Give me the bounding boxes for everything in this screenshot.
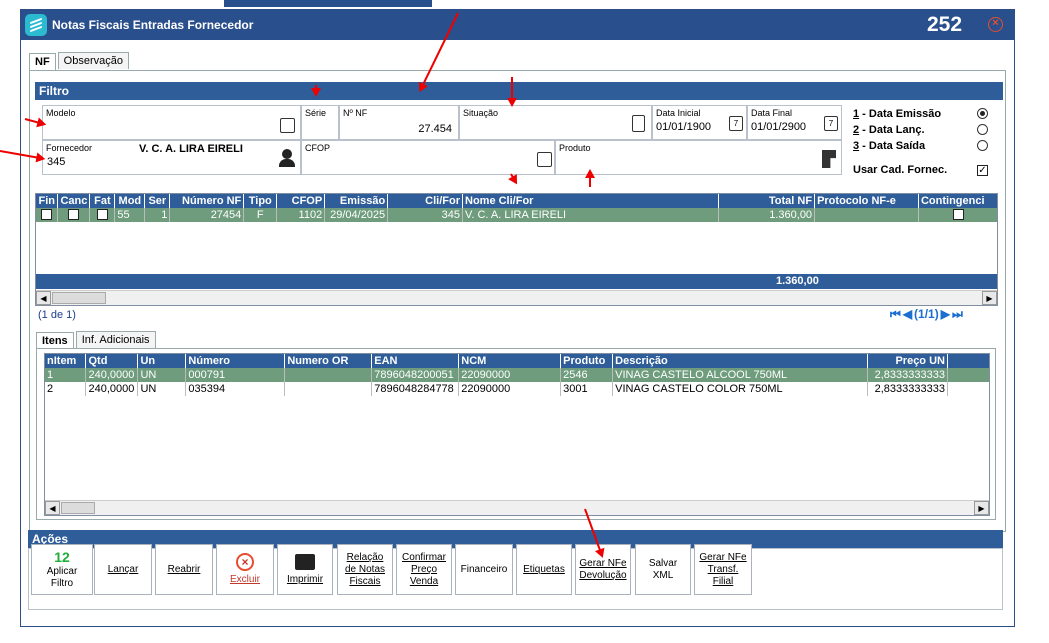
- f12-icon: 12: [54, 548, 70, 565]
- top-strip: [224, 0, 432, 7]
- user-icon[interactable]: [282, 149, 292, 159]
- fin-checkbox[interactable]: [41, 209, 53, 220]
- cancel-circle-icon: ×: [236, 553, 254, 571]
- nf-header-row: Fin Canc Fat Mod Ser Número NF Tipo CFOP…: [36, 194, 997, 208]
- title-bar: Notas Fiscais Entradas Fornecedor 252 ×: [21, 10, 1014, 40]
- table-row[interactable]: 1 240,0000 UN 000791 7896048200051 22090…: [45, 368, 989, 382]
- usar-cad-checkbox[interactable]: ✓: [977, 165, 988, 176]
- confirmar-preco-button[interactable]: Confirmar Preço Venda: [396, 544, 452, 595]
- first-page-icon[interactable]: ⏮: [890, 307, 901, 322]
- nnf-field[interactable]: Nº NF 27.454: [339, 105, 459, 140]
- search-list-icon[interactable]: [537, 152, 552, 167]
- page-info: (1 de 1): [38, 309, 76, 321]
- main-tabs: NF Observação: [29, 52, 131, 70]
- nf-hscrollbar[interactable]: ◀ ▶: [36, 290, 997, 305]
- scroll-left-icon[interactable]: ◀: [45, 501, 60, 515]
- window-title: Notas Fiscais Entradas Fornecedor: [52, 18, 254, 32]
- pager: ⏮ ◀ (1/1) ▶ ⏭: [890, 307, 963, 322]
- scroll-thumb[interactable]: [61, 502, 95, 514]
- data-inicial-field[interactable]: Data Inicial 01/01/1900 7: [652, 105, 747, 140]
- next-page-icon[interactable]: ▶: [941, 307, 950, 322]
- canc-checkbox[interactable]: [68, 209, 80, 220]
- annotation-arrow: [589, 171, 591, 187]
- tab-observacao[interactable]: Observação: [57, 52, 129, 69]
- items-hscrollbar[interactable]: ◀ ▶: [45, 500, 989, 515]
- radio-label-emissao[interactable]: 1 - Data Emissão: [853, 108, 941, 120]
- annotation-arrow: [315, 85, 317, 95]
- main-window: Notas Fiscais Entradas Fornecedor 252 × …: [20, 9, 1015, 627]
- table-row[interactable]: 55 1 27454 F 1102 29/04/2025 345 V. C. A…: [36, 208, 997, 222]
- items-table: nItem Qtd Un Número Numero OR EAN NCM Pr…: [45, 354, 989, 396]
- close-icon[interactable]: ×: [988, 17, 1003, 32]
- cfop-field[interactable]: CFOP: [301, 140, 555, 175]
- data-final-field[interactable]: Data Final 01/01/2900 7: [747, 105, 842, 140]
- tab-itens[interactable]: Itens: [36, 332, 74, 349]
- salvar-xml-button[interactable]: Salvar XML: [635, 544, 691, 595]
- radio-data-emissao[interactable]: [977, 108, 988, 119]
- clipboard-icon[interactable]: [632, 115, 645, 132]
- nf-table: Fin Canc Fat Mod Ser Número NF Tipo CFOP…: [36, 194, 997, 222]
- items-grid[interactable]: nItem Qtd Un Número Numero OR EAN NCM Pr…: [44, 353, 990, 516]
- tab-inf-adicionais[interactable]: Inf. Adicionais: [75, 331, 156, 348]
- filtro-header: Filtro: [35, 82, 1003, 100]
- last-page-icon[interactable]: ⏭: [952, 307, 963, 322]
- scroll-right-icon[interactable]: ▶: [982, 291, 997, 305]
- calendar-icon[interactable]: 7: [729, 116, 743, 131]
- scroll-left-icon[interactable]: ◀: [36, 291, 51, 305]
- relacao-notas-button[interactable]: Relação de Notas Fiscais: [337, 544, 393, 595]
- prev-page-icon[interactable]: ◀: [903, 307, 912, 322]
- barcode-scanner-icon[interactable]: [822, 150, 836, 168]
- nf-footer-row: 1.360,00: [36, 274, 997, 289]
- fat-checkbox[interactable]: [96, 209, 108, 220]
- sub-tabs: Itens Inf. Adicionais: [36, 331, 158, 349]
- nf-grid[interactable]: Fin Canc Fat Mod Ser Número NF Tipo CFOP…: [35, 193, 998, 306]
- search-list-icon[interactable]: [280, 118, 295, 133]
- financeiro-button[interactable]: Financeiro: [455, 544, 513, 595]
- etiquetas-button[interactable]: Etiquetas: [516, 544, 572, 595]
- excluir-button[interactable]: × Excluir: [216, 544, 274, 595]
- situacao-field[interactable]: Situação: [459, 105, 652, 140]
- produto-field[interactable]: Produto: [555, 140, 842, 175]
- fornecedor-field[interactable]: Fornecedor 345 V. C. A. LIRA EIRELI: [42, 140, 301, 175]
- radio-label-saida[interactable]: 3 - Data Saída: [853, 140, 925, 152]
- tab-nf[interactable]: NF: [29, 53, 56, 70]
- window-number: 252: [927, 13, 963, 36]
- reabrir-button[interactable]: Reabrir: [155, 544, 213, 595]
- gerar-nfe-transf-button[interactable]: Gerar NFe Transf. Filial: [694, 544, 752, 595]
- printer-icon: [295, 553, 315, 570]
- app-logo-icon: [25, 14, 47, 36]
- calendar-icon[interactable]: 7: [824, 116, 838, 131]
- scroll-right-icon[interactable]: ▶: [974, 501, 989, 515]
- radio-label-lanc[interactable]: 2 - Data Lanç.: [853, 124, 925, 136]
- serie-field[interactable]: Série: [301, 105, 339, 140]
- annotation-arrow: [510, 173, 517, 184]
- scroll-thumb[interactable]: [52, 292, 106, 304]
- usar-cad-label: Usar Cad. Fornec.: [853, 164, 948, 176]
- annotation-arrow: [511, 77, 513, 105]
- radio-data-lanc[interactable]: [977, 124, 988, 135]
- modelo-field[interactable]: Modelo: [42, 105, 301, 140]
- radio-data-saida[interactable]: [977, 140, 988, 151]
- imprimir-button[interactable]: Imprimir: [277, 544, 333, 595]
- contingencia-checkbox[interactable]: [952, 209, 964, 220]
- items-header-row: nItem Qtd Un Número Numero OR EAN NCM Pr…: [45, 354, 989, 368]
- lancar-button[interactable]: Lançar: [94, 544, 152, 595]
- table-row[interactable]: 2 240,0000 UN 035394 7896048284778 22090…: [45, 382, 989, 396]
- aplicar-filtro-button[interactable]: 12 Aplicar Filtro: [31, 544, 93, 595]
